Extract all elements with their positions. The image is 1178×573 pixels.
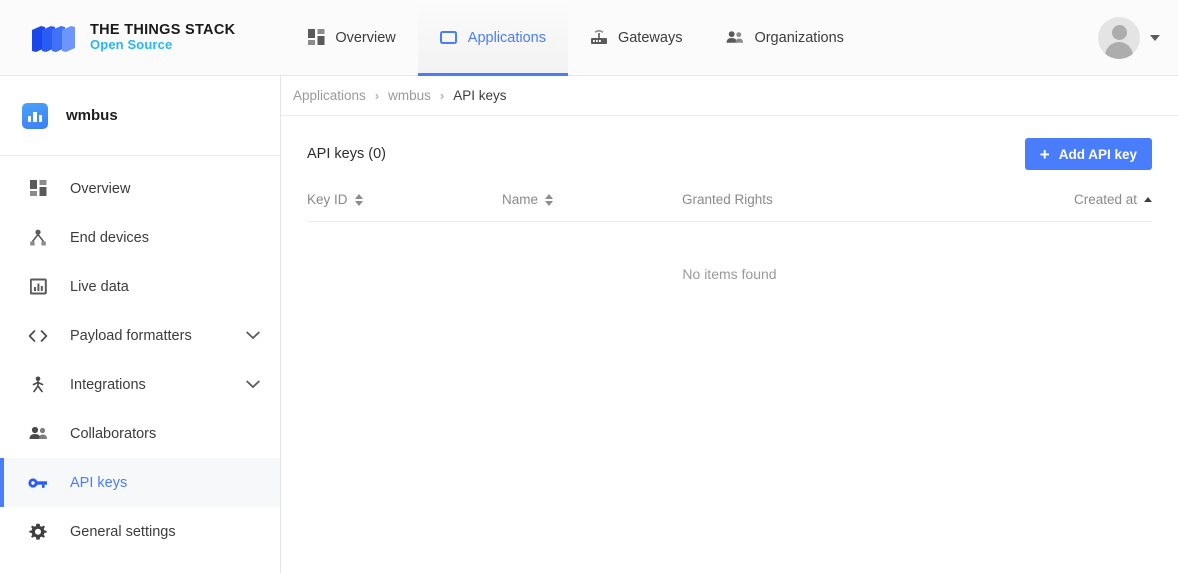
sidebar-label-integrations: Integrations <box>70 376 146 393</box>
brand-logo-area[interactable]: THE THINGS STACK Open Source <box>28 21 235 55</box>
empty-state-message: No items found <box>682 266 777 282</box>
sidebar-label-api-keys: API keys <box>70 474 128 491</box>
user-menu-area <box>1098 0 1160 76</box>
sidebar-item-api-keys[interactable]: API keys <box>0 458 280 507</box>
nav-item-applications[interactable]: Applications <box>417 0 569 76</box>
gateway-router-icon <box>590 29 608 47</box>
nav-item-organizations[interactable]: Organizations <box>704 0 865 76</box>
page-title: API keys (0) <box>307 146 386 162</box>
sidebar-item-general-settings[interactable]: General settings <box>0 507 280 556</box>
end-devices-node-icon <box>28 228 48 248</box>
user-avatar-icon[interactable] <box>1098 17 1140 59</box>
table-header: Key ID Name Granted Rights Created at <box>307 192 1152 222</box>
nav-label-applications: Applications <box>467 29 546 46</box>
column-label-granted-rights: Granted Rights <box>682 192 773 207</box>
application-chart-icon <box>22 102 48 129</box>
panel-title-row: API keys (0) + Add API key <box>307 116 1152 192</box>
sidebar-label-live-data: Live data <box>70 278 129 295</box>
sidebar-item-payload-formatters[interactable]: Payload formatters <box>0 311 280 360</box>
nav-label-gateways: Gateways <box>617 29 683 46</box>
sidebar-label-payload-formatters: Payload formatters <box>70 327 192 344</box>
column-label-key-id: Key ID <box>307 192 348 207</box>
sidebar-item-live-data[interactable]: Live data <box>0 262 280 311</box>
avatar-body <box>1105 42 1133 59</box>
avatar-head <box>1111 25 1127 40</box>
sidebar-label-general-settings: General settings <box>70 523 176 540</box>
sidebar-app-header[interactable]: wmbus <box>0 76 280 156</box>
integrations-person-icon <box>28 375 48 395</box>
people-group-icon <box>726 29 744 47</box>
nav-item-overview[interactable]: Overview <box>285 0 417 76</box>
column-label-name: Name <box>502 192 539 207</box>
add-api-key-button[interactable]: + Add API key <box>1024 138 1152 170</box>
sidebar-app-name: wmbus <box>66 107 118 124</box>
sort-ascending-icon[interactable] <box>1144 197 1152 202</box>
sidebar-item-end-devices[interactable]: End devices <box>0 213 280 262</box>
column-label-created-at: Created at <box>1073 192 1137 207</box>
table-body: No items found <box>307 222 1152 282</box>
gear-icon <box>28 522 48 542</box>
table-header-row: Key ID Name Granted Rights Created at <box>307 192 1152 222</box>
chevron-down-icon[interactable] <box>246 331 260 340</box>
live-data-chart-icon <box>28 277 48 297</box>
breadcrumb: Applications › wmbus › API keys <box>281 76 1178 116</box>
nav-label-overview: Overview <box>335 29 396 46</box>
add-api-key-label: Add API key <box>1058 146 1137 162</box>
chevron-down-icon[interactable] <box>1150 35 1160 41</box>
application-window-icon <box>440 29 458 47</box>
brand-subtitle: Open Source <box>90 37 173 53</box>
sidebar-item-collaborators[interactable]: Collaborators <box>0 409 280 458</box>
sidebar-label-end-devices: End devices <box>70 229 149 246</box>
key-icon <box>28 473 48 493</box>
sidebar-item-overview[interactable]: Overview <box>0 164 280 213</box>
sort-toggle-icon[interactable] <box>545 193 554 206</box>
sidebar-menu: Overview End devices Live data Payload f… <box>0 156 280 556</box>
column-header-key-id[interactable]: Key ID <box>307 192 502 222</box>
nav-label-organizations: Organizations <box>754 29 844 46</box>
breadcrumb-separator: › <box>374 88 380 103</box>
code-brackets-icon <box>28 326 48 346</box>
grid-icon <box>28 179 48 199</box>
plus-icon: + <box>1039 144 1050 164</box>
main-navigation: Overview Applications Gateways Organizat… <box>285 0 866 76</box>
breadcrumb-item-applications[interactable]: Applications <box>293 88 366 103</box>
sidebar-label-collaborators: Collaborators <box>70 425 157 442</box>
sidebar-label-overview: Overview <box>70 180 131 197</box>
api-keys-table: Key ID Name Granted Rights Created at No… <box>307 192 1152 282</box>
column-header-granted-rights: Granted Rights <box>682 192 1012 222</box>
sort-toggle-icon[interactable] <box>354 193 363 206</box>
things-stack-logo-icon <box>28 21 78 55</box>
breadcrumb-separator: › <box>439 88 445 103</box>
main-content: Applications › wmbus › API keys API keys… <box>281 76 1178 573</box>
column-header-created-at[interactable]: Created at <box>1012 192 1152 222</box>
api-keys-panel: API keys (0) + Add API key Key ID Name G… <box>281 116 1178 282</box>
chevron-down-icon[interactable] <box>246 380 260 389</box>
grid-icon <box>307 29 325 47</box>
brand-title: THE THINGS STACK <box>90 21 236 38</box>
breadcrumb-item-wmbus[interactable]: wmbus <box>388 88 431 103</box>
top-header-bar: THE THINGS STACK Open Source Overview Ap… <box>0 0 1178 76</box>
sidebar-item-integrations[interactable]: Integrations <box>0 360 280 409</box>
breadcrumb-item-api-keys: API keys <box>453 88 507 103</box>
people-group-icon <box>28 424 48 444</box>
nav-item-gateways[interactable]: Gateways <box>568 0 704 76</box>
column-header-name[interactable]: Name <box>502 192 682 222</box>
table-empty-row: No items found <box>307 222 1152 282</box>
sidebar: wmbus Overview End devices Live data Pay… <box>0 76 281 573</box>
